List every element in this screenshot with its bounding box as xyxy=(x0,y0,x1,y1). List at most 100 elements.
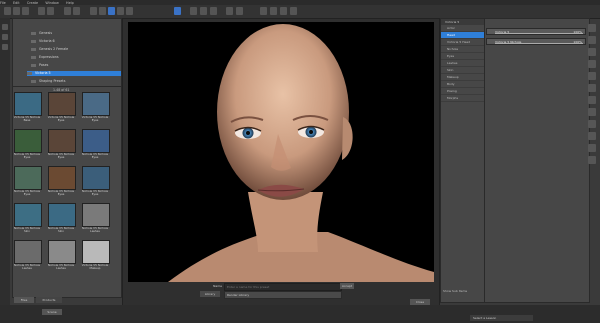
preset-thumbnail[interactable] xyxy=(14,166,42,190)
show-sub-items[interactable]: Show Sub Items xyxy=(443,289,467,293)
new-scene-icon[interactable] xyxy=(4,7,11,15)
tab-products[interactable]: Products xyxy=(36,297,62,303)
tree-item-selected[interactable]: Victoria 5 xyxy=(27,71,121,76)
parameter-list-item[interactable]: Head xyxy=(441,32,485,39)
preset-label: Victoria V5 Nichole Eyes xyxy=(47,115,75,122)
name-label: Name xyxy=(213,284,222,288)
pose-tool-icon[interactable] xyxy=(260,7,267,15)
preset-thumbnail[interactable] xyxy=(82,203,110,227)
tree-item[interactable]: Shaping Presets xyxy=(31,79,65,84)
preset-label: Nichole V5 Nichole Skin xyxy=(47,226,75,233)
parameter-list-item[interactable]: Nichole xyxy=(441,46,485,53)
parameter-list-item[interactable]: Posing xyxy=(441,88,485,95)
redo-icon[interactable] xyxy=(47,7,54,15)
parameter-list-item[interactable]: Victoria 5 Head xyxy=(441,39,485,46)
render-icon[interactable] xyxy=(588,96,596,104)
main-toolbar xyxy=(0,5,600,19)
preset-thumbnail[interactable] xyxy=(82,240,110,264)
rendered-face xyxy=(168,24,434,282)
shape-icon[interactable] xyxy=(588,36,596,44)
camera-icon[interactable] xyxy=(190,7,197,15)
parameter-list-item[interactable]: Makeup xyxy=(441,74,485,81)
preset-label: Nichole V5 Nichole Eyes xyxy=(47,189,75,196)
shader-icon[interactable] xyxy=(290,7,297,15)
name-field[interactable]: Enter a name for this preset xyxy=(224,283,342,291)
parameter-list-item[interactable]: Lashes xyxy=(441,60,485,67)
morph-slider[interactable]: Victoria 5 100% xyxy=(486,28,586,35)
tree-item[interactable]: Genesis xyxy=(31,31,52,36)
universal-tool-icon[interactable] xyxy=(90,7,97,15)
preset-thumbnail[interactable] xyxy=(48,129,76,153)
undo-icon[interactable] xyxy=(38,7,45,15)
preset-label: Victoria V5 Nichole Makeup xyxy=(81,263,109,270)
preset-thumbnail[interactable] xyxy=(48,92,76,116)
geometry-editor-icon[interactable] xyxy=(226,7,233,15)
tree-item[interactable]: Poses xyxy=(31,63,48,68)
render-settings-icon[interactable] xyxy=(73,7,80,15)
parameter-list-item[interactable]: Body xyxy=(441,81,485,88)
info-icon[interactable] xyxy=(588,144,596,152)
preset-label: Nichole V5 Nichole Lashes xyxy=(81,226,109,233)
category-label: Library xyxy=(200,291,220,297)
preset-thumbnail[interactable] xyxy=(82,92,110,116)
light-icon[interactable] xyxy=(588,72,596,80)
ear-shape xyxy=(342,117,353,160)
point-light-icon[interactable] xyxy=(210,7,217,15)
spot-render-icon[interactable] xyxy=(270,7,277,15)
scene-icon[interactable] xyxy=(2,44,8,50)
parameter-list-item[interactable]: Eyes xyxy=(441,53,485,60)
slider-fill xyxy=(495,33,583,34)
preset-label: Nichole V5 Nichole Eyes xyxy=(81,189,109,196)
scene-tab[interactable]: Scene xyxy=(42,309,62,315)
preset-thumbnail[interactable] xyxy=(82,166,110,190)
preset-thumbnail[interactable] xyxy=(48,203,76,227)
preset-thumbnail[interactable] xyxy=(48,240,76,264)
surface-selection-icon[interactable] xyxy=(174,7,181,15)
translate-tool-icon[interactable] xyxy=(117,7,124,15)
tree-item[interactable]: Expressions xyxy=(31,55,59,60)
parameters-sliders-panel xyxy=(484,18,590,303)
tab-files[interactable]: Files xyxy=(14,297,34,303)
preset-thumbnail[interactable] xyxy=(48,166,76,190)
camera-icon[interactable] xyxy=(588,84,596,92)
parameter-list-item[interactable]: Morphs xyxy=(441,95,485,102)
node-selection-icon[interactable] xyxy=(108,7,115,15)
open-icon[interactable] xyxy=(13,7,20,15)
3d-viewport[interactable] xyxy=(128,22,434,282)
help-icon[interactable] xyxy=(588,156,596,164)
preset-thumbnail[interactable] xyxy=(14,92,42,116)
tree-item[interactable]: Genesis 2 Female xyxy=(31,47,68,52)
spotlight-icon[interactable] xyxy=(200,7,207,15)
parameters-icon[interactable] xyxy=(588,48,596,56)
parameters-list: Actor Head Victoria 5 Head Nichole Eyes Lashe… xyxy=(441,25,485,102)
tree-item[interactable]: Victoria 6 xyxy=(31,39,55,44)
preset-thumbnail[interactable] xyxy=(14,240,42,264)
preset-label: Victoria V5 Nichole Base xyxy=(13,115,41,122)
settings-icon[interactable] xyxy=(588,132,596,140)
smart-content-icon[interactable] xyxy=(2,34,8,40)
preset-thumbnail[interactable] xyxy=(14,129,42,153)
tool-icon[interactable] xyxy=(588,120,596,128)
preset-label: Nichole V5 Nichole Lashes xyxy=(13,263,41,270)
lesson-select[interactable]: Select a Lesson xyxy=(470,315,533,321)
category-select[interactable]: Render Library xyxy=(224,291,342,299)
preset-label: Nichole V5 Nichole Lashes xyxy=(47,263,75,270)
surface-icon[interactable] xyxy=(588,60,596,68)
preset-thumbnail[interactable] xyxy=(14,203,42,227)
preset-thumbnail[interactable] xyxy=(82,129,110,153)
render-icon[interactable] xyxy=(64,7,71,15)
light-icon[interactable] xyxy=(280,7,287,15)
parameter-list-item[interactable]: Skin xyxy=(441,67,485,74)
preset-label: Nichole V5 Nichole Skin xyxy=(13,226,41,233)
pose-icon[interactable] xyxy=(588,24,596,32)
scale-tool-icon[interactable] xyxy=(126,7,133,15)
accept-button[interactable]: Accept xyxy=(340,283,354,289)
content-library-icon[interactable] xyxy=(2,24,8,30)
morph-slider[interactable]: Victoria 5 Nichole 100% xyxy=(486,38,586,45)
save-icon[interactable] xyxy=(22,7,29,15)
scene-icon[interactable] xyxy=(588,108,596,116)
joint-editor-icon[interactable] xyxy=(236,7,243,15)
rotate-tool-icon[interactable] xyxy=(99,7,106,15)
preset-label: Nichole V5 Nichole Eyes xyxy=(13,152,41,159)
parameter-list-item[interactable]: Actor xyxy=(441,25,485,32)
